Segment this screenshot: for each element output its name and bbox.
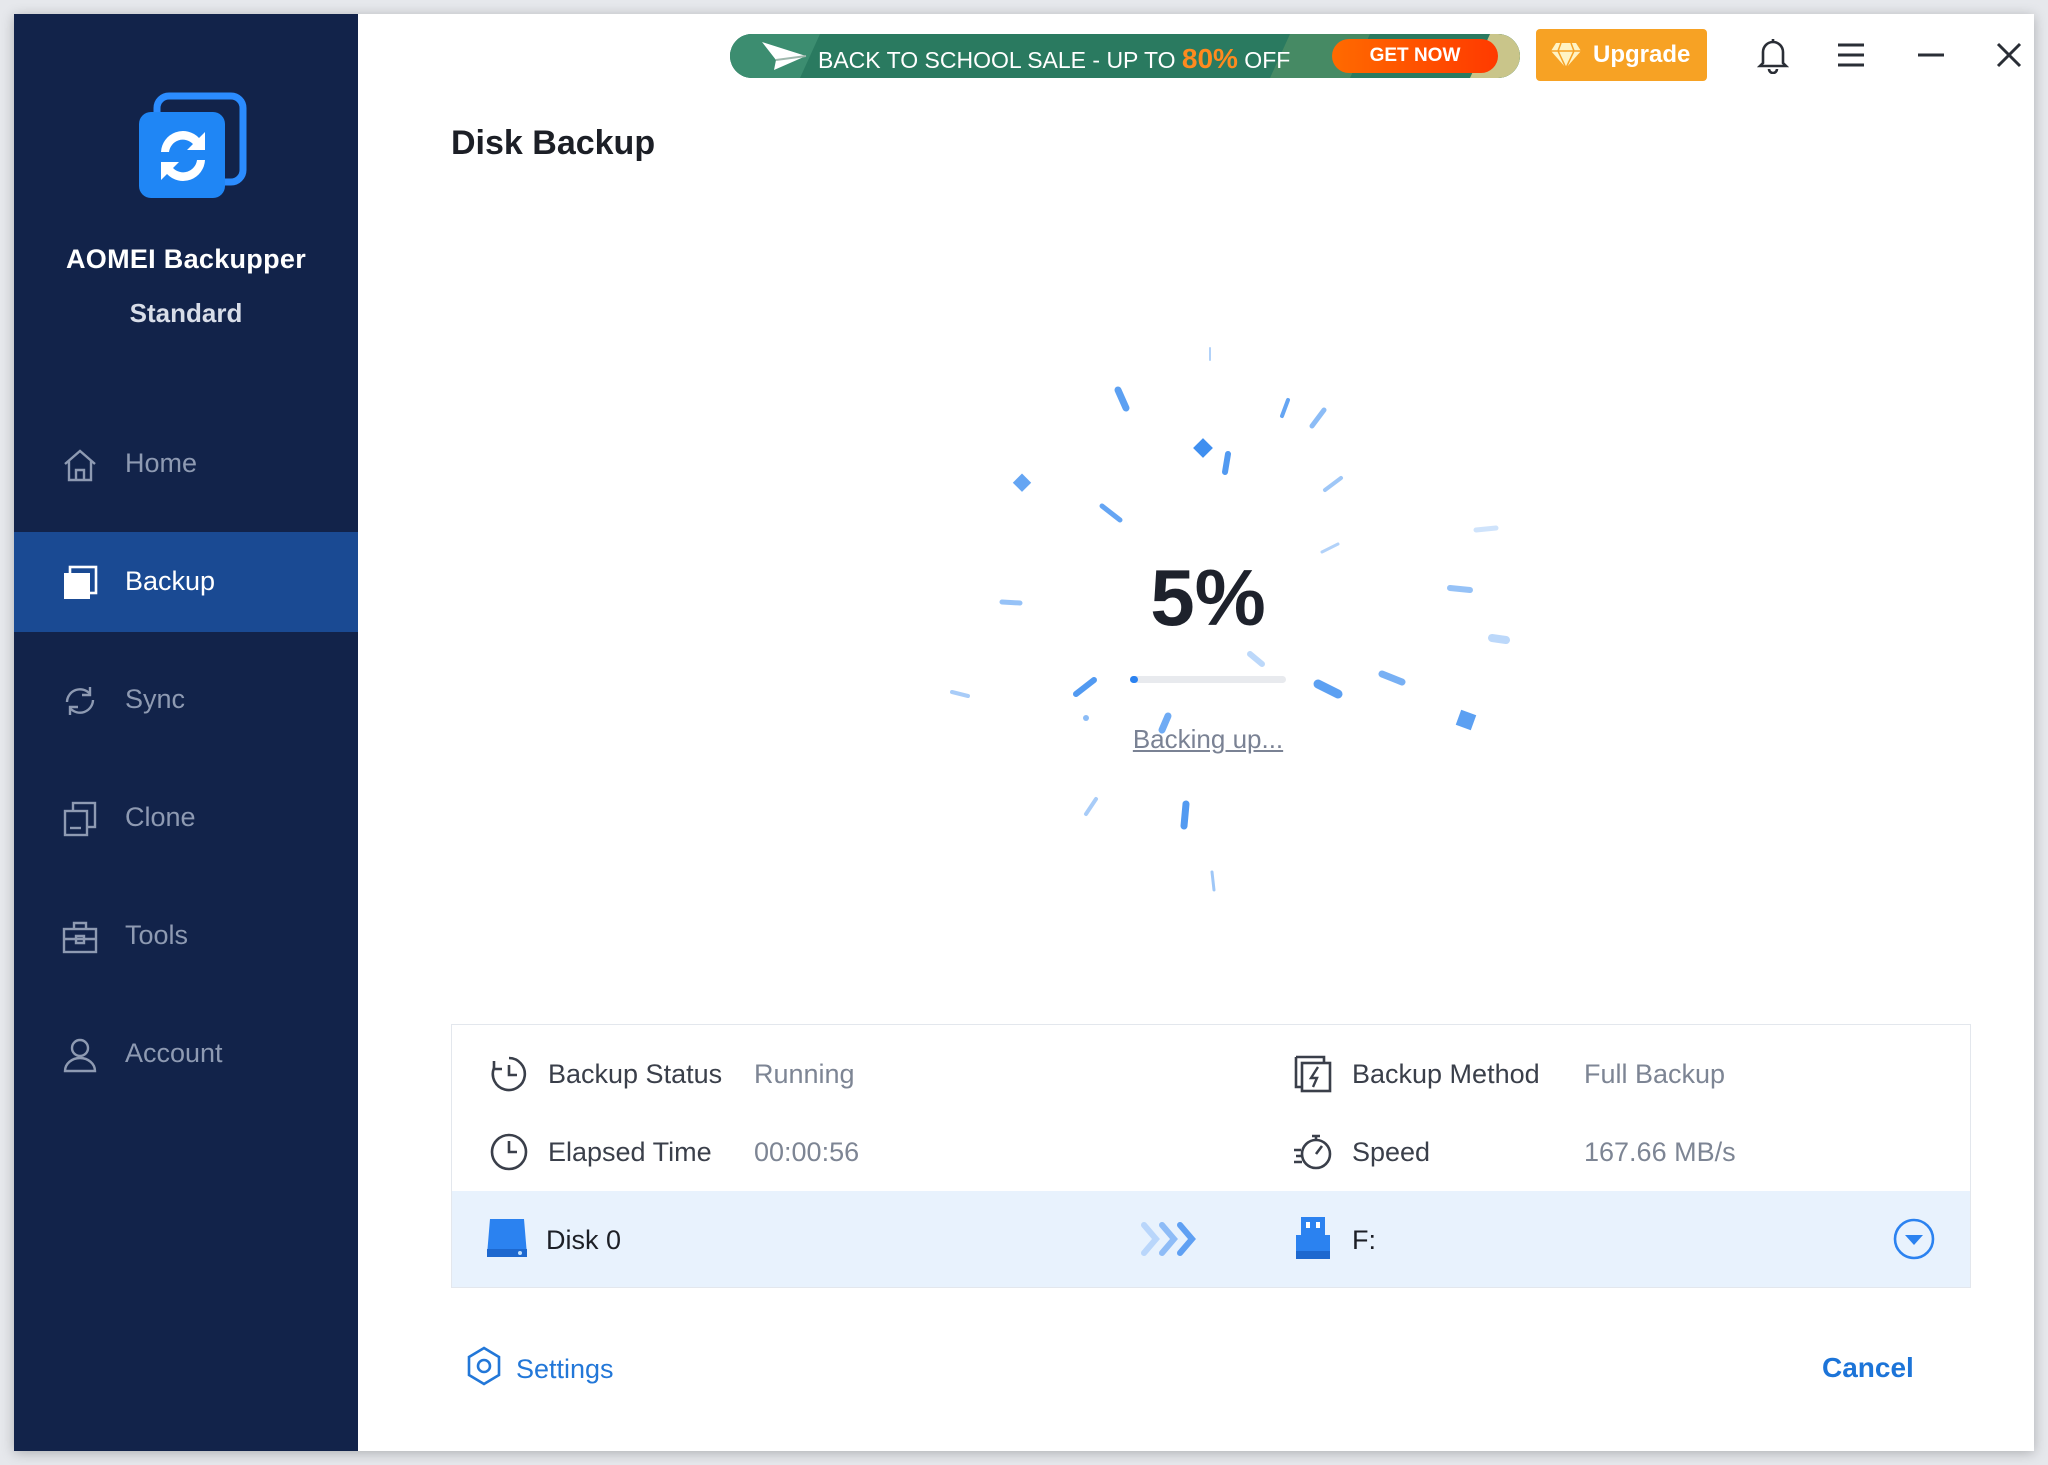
backup-status-row: Backup Status Running	[488, 1047, 1088, 1097]
page-title: Disk Backup	[451, 124, 656, 162]
sidebar-item-label: Tools	[125, 920, 189, 950]
get-now-button[interactable]: GET NOW	[1332, 39, 1498, 73]
sidebar-item-label: Backup	[125, 566, 216, 596]
sidebar-item-label: Sync	[125, 684, 186, 714]
sidebar: AOMEI Backupper Standard Home Backup Syn…	[14, 14, 358, 1451]
sync-icon	[65, 687, 95, 715]
promo-highlight: 80%	[1181, 43, 1238, 74]
settings-label: Settings	[516, 1354, 614, 1384]
backup-method-icon	[1294, 1055, 1332, 1093]
app-name: AOMEI Backupper	[65, 244, 307, 274]
progress-percent: 5%	[1150, 553, 1266, 642]
elapsed-time-label: Elapsed Time	[548, 1137, 712, 1167]
elapsed-time-value: 00:00:56	[754, 1137, 860, 1167]
sidebar-item-label: Home	[125, 448, 198, 478]
backup-method-row: Backup Method Full Backup	[1292, 1047, 1892, 1097]
sidebar-item-clone[interactable]: Clone	[14, 768, 358, 868]
sidebar-nav: Home Backup Sync Clone Tools Account	[14, 414, 358, 1122]
sidebar-item-tools[interactable]: Tools	[14, 886, 358, 986]
clone-icon	[63, 801, 97, 837]
promo-text-after: OFF	[1237, 47, 1291, 73]
speed-label: Speed	[1352, 1137, 1431, 1167]
clock-icon	[490, 1133, 528, 1171]
bell-icon[interactable]	[1754, 36, 1792, 74]
backup-icon	[64, 565, 98, 599]
progress-bar-fill	[1130, 676, 1138, 683]
account-icon	[63, 1038, 97, 1073]
backing-up-link[interactable]: Backing up...	[1058, 724, 1358, 755]
backup-info-panel: Backup Status Running Elapsed Time 00:00…	[451, 1024, 1971, 1288]
app-edition: Standard	[129, 298, 243, 328]
usb-drive-icon	[1296, 1217, 1330, 1259]
promo-banner[interactable]: BACK TO SCHOOL SALE - UP TO 80% OFF GET …	[730, 34, 1520, 78]
backup-status-value: Running	[754, 1059, 855, 1089]
backup-status-label: Backup Status	[548, 1059, 723, 1089]
hard-disk-icon	[487, 1219, 527, 1257]
transfer-strip: Disk 0 F:	[452, 1191, 1970, 1287]
app-logo	[139, 92, 247, 198]
transfer-arrows-icon	[1141, 1222, 1196, 1256]
home-icon	[64, 449, 96, 482]
destination-drive: F:	[1292, 1215, 1592, 1263]
sidebar-item-label: Clone	[125, 802, 196, 832]
close-icon[interactable]	[1990, 36, 2028, 74]
source-disk: Disk 0	[486, 1215, 786, 1263]
app-window: AOMEI Backupper Standard Home Backup Syn…	[14, 14, 2034, 1451]
tools-icon	[62, 921, 98, 954]
upgrade-button[interactable]: Upgrade	[1536, 29, 1707, 81]
speed-icon	[1294, 1134, 1332, 1170]
sidebar-item-label: Account	[125, 1038, 223, 1068]
upgrade-label: Upgrade	[1593, 41, 1691, 68]
paper-plane-icon	[762, 42, 807, 70]
sidebar-item-sync[interactable]: Sync	[14, 650, 358, 750]
expand-details-icon[interactable]	[1892, 1217, 1936, 1261]
progress-bar	[1130, 676, 1286, 683]
speed-row: Speed 167.66 MB/s	[1292, 1125, 1892, 1175]
clock-status-icon	[491, 1056, 527, 1092]
cancel-button[interactable]: Cancel	[1822, 1352, 1914, 1384]
destination-drive-label: F:	[1352, 1225, 1376, 1255]
backup-method-label: Backup Method	[1352, 1059, 1540, 1089]
settings-gear-icon	[467, 1346, 501, 1386]
main-content: BACK TO SCHOOL SALE - UP TO 80% OFF GET …	[358, 14, 2034, 1451]
promo-text-before: BACK TO SCHOOL SALE - UP TO	[818, 47, 1182, 73]
minimize-icon[interactable]	[1912, 36, 1950, 74]
menu-icon[interactable]	[1832, 36, 1870, 74]
sidebar-item-backup[interactable]: Backup	[14, 532, 358, 632]
diamond-icon	[1551, 42, 1581, 69]
sidebar-item-home[interactable]: Home	[14, 414, 358, 514]
promo-text: BACK TO SCHOOL SALE - UP TO 80% OFF	[818, 43, 1290, 75]
source-disk-label: Disk 0	[546, 1225, 622, 1255]
elapsed-time-row: Elapsed Time 00:00:56	[488, 1125, 1088, 1175]
backup-method-value: Full Backup	[1584, 1059, 1726, 1089]
sidebar-item-account[interactable]: Account	[14, 1004, 358, 1104]
speed-value: 167.66 MB/s	[1584, 1137, 1736, 1167]
